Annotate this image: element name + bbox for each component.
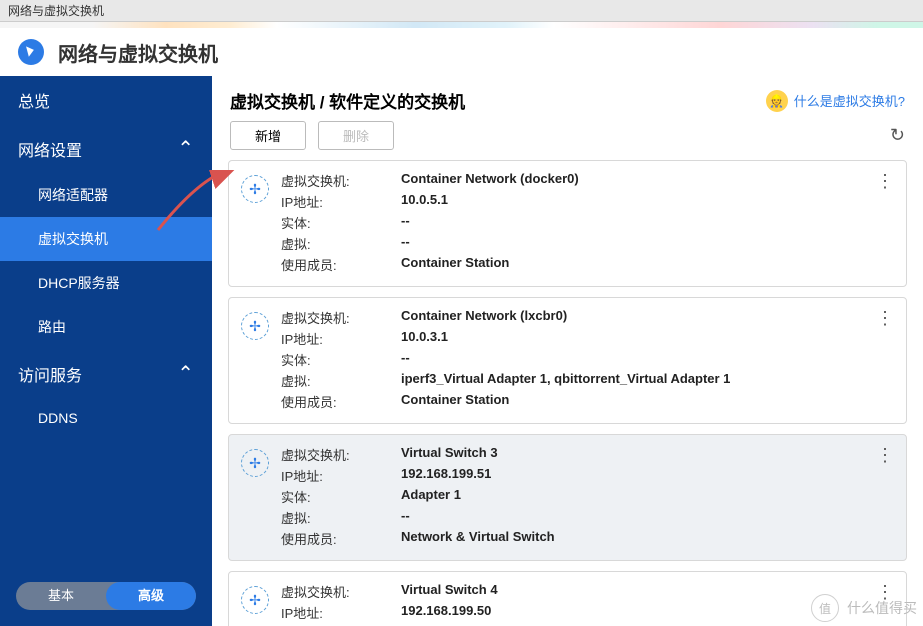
app-icon — [18, 39, 44, 65]
switch-members: Container Station — [401, 392, 509, 411]
field-label: 使用成员: — [281, 255, 401, 274]
switch-physical: Adapter 1 — [401, 487, 461, 506]
mode-advanced[interactable]: 高级 — [106, 582, 196, 610]
field-label: IP地址: — [281, 329, 401, 348]
chevron-up-icon: ⌃ — [177, 361, 194, 386]
switch-card[interactable]: ✢ 虚拟交换机:Container Network (docker0) IP地址… — [228, 160, 907, 287]
switch-name: Virtual Switch 3 — [401, 445, 498, 464]
switch-members: Network & Virtual Switch — [401, 529, 555, 548]
watermark: 值 什么值得买 — [811, 594, 917, 622]
sidebar-item-ddns[interactable]: DDNS — [0, 398, 212, 438]
refresh-icon[interactable]: ↻ — [890, 125, 905, 146]
decorative-strip — [0, 22, 923, 28]
field-label: 虚拟: — [281, 234, 401, 253]
field-label: 实体: — [281, 350, 401, 369]
chevron-up-icon: ⌃ — [177, 136, 194, 161]
help-icon: 👷 — [766, 90, 788, 112]
switch-name: Container Network (lxcbr0) — [401, 308, 567, 327]
app-header: 网络与虚拟交换机 — [0, 28, 923, 76]
switch-icon: ✢ — [241, 582, 281, 626]
switch-ip: 10.0.5.1 — [401, 192, 448, 211]
field-label: 虚拟: — [281, 371, 401, 390]
sidebar-group-network[interactable]: 网络设置 ⌃ — [0, 124, 212, 173]
watermark-icon: 值 — [811, 594, 839, 622]
watermark-text: 什么值得买 — [847, 598, 917, 618]
switch-virtual: iperf3_Virtual Adapter 1, qbittorrent_Vi… — [401, 371, 730, 390]
switch-physical: -- — [401, 213, 410, 232]
page-title: 虚拟交换机 / 软件定义的交换机 — [230, 88, 465, 113]
field-label: 使用成员: — [281, 392, 401, 411]
sidebar-item-dhcp[interactable]: DHCP服务器 — [0, 261, 212, 305]
sidebar-label: 总览 — [18, 88, 50, 112]
mode-toggle[interactable]: 基本 高级 — [16, 582, 196, 610]
field-label: 使用成员: — [281, 529, 401, 548]
field-label: 虚拟交换机: — [281, 445, 401, 464]
app-title: 网络与虚拟交换机 — [58, 38, 218, 67]
window-titlebar: 网络与虚拟交换机 — [0, 0, 923, 22]
help-link[interactable]: 👷 什么是虚拟交换机? — [766, 90, 905, 112]
sidebar-label: 网络设置 — [18, 137, 82, 161]
sidebar-item-adapter[interactable]: 网络适配器 — [0, 173, 212, 217]
switch-virtual: -- — [401, 234, 410, 253]
switch-icon: ✢ — [241, 171, 281, 276]
field-label: 虚拟交换机: — [281, 171, 401, 190]
switch-ip: 10.0.3.1 — [401, 329, 448, 348]
switch-members: Container Station — [401, 255, 509, 274]
delete-button[interactable]: 删除 — [318, 121, 394, 150]
switch-physical: -- — [401, 350, 410, 369]
kebab-menu-icon[interactable]: ⋮ — [876, 308, 894, 329]
switch-card[interactable]: ✢ 虚拟交换机:Virtual Switch 4 IP地址:192.168.19… — [228, 571, 907, 626]
field-label: 实体: — [281, 213, 401, 232]
sidebar-item-overview[interactable]: 总览 — [0, 76, 212, 124]
switch-name: Container Network (docker0) — [401, 171, 579, 190]
kebab-menu-icon[interactable]: ⋮ — [876, 445, 894, 466]
mode-basic[interactable]: 基本 — [16, 582, 106, 610]
field-label: IP地址: — [281, 603, 401, 622]
sidebar: 总览 网络设置 ⌃ 网络适配器 虚拟交换机 DHCP服务器 路由 访问服务 ⌃ … — [0, 76, 212, 626]
switch-card[interactable]: ✢ 虚拟交换机:Container Network (lxcbr0) IP地址:… — [228, 297, 907, 424]
help-text: 什么是虚拟交换机? — [794, 91, 905, 110]
kebab-menu-icon[interactable]: ⋮ — [876, 171, 894, 192]
switch-virtual: -- — [401, 508, 410, 527]
switch-ip: 192.168.199.51 — [401, 466, 491, 485]
switch-list: ✢ 虚拟交换机:Container Network (docker0) IP地址… — [212, 160, 923, 626]
switch-card[interactable]: ✢ 虚拟交换机:Virtual Switch 3 IP地址:192.168.19… — [228, 434, 907, 561]
switch-icon: ✢ — [241, 445, 281, 550]
sidebar-label: 访问服务 — [18, 362, 82, 386]
sidebar-item-vswitch[interactable]: 虚拟交换机 — [0, 217, 212, 261]
switch-ip: 192.168.199.50 — [401, 603, 491, 622]
field-label: IP地址: — [281, 466, 401, 485]
sidebar-item-route[interactable]: 路由 — [0, 305, 212, 349]
switch-icon: ✢ — [241, 308, 281, 413]
field-label: 虚拟交换机: — [281, 582, 401, 601]
sidebar-group-access[interactable]: 访问服务 ⌃ — [0, 349, 212, 398]
field-label: IP地址: — [281, 192, 401, 211]
field-label: 虚拟: — [281, 508, 401, 527]
content-pane: 虚拟交换机 / 软件定义的交换机 👷 什么是虚拟交换机? 新增 删除 ↻ ✢ 虚… — [212, 76, 923, 626]
field-label: 虚拟交换机: — [281, 308, 401, 327]
switch-name: Virtual Switch 4 — [401, 582, 498, 601]
field-label: 实体: — [281, 487, 401, 506]
add-button[interactable]: 新增 — [230, 121, 306, 150]
